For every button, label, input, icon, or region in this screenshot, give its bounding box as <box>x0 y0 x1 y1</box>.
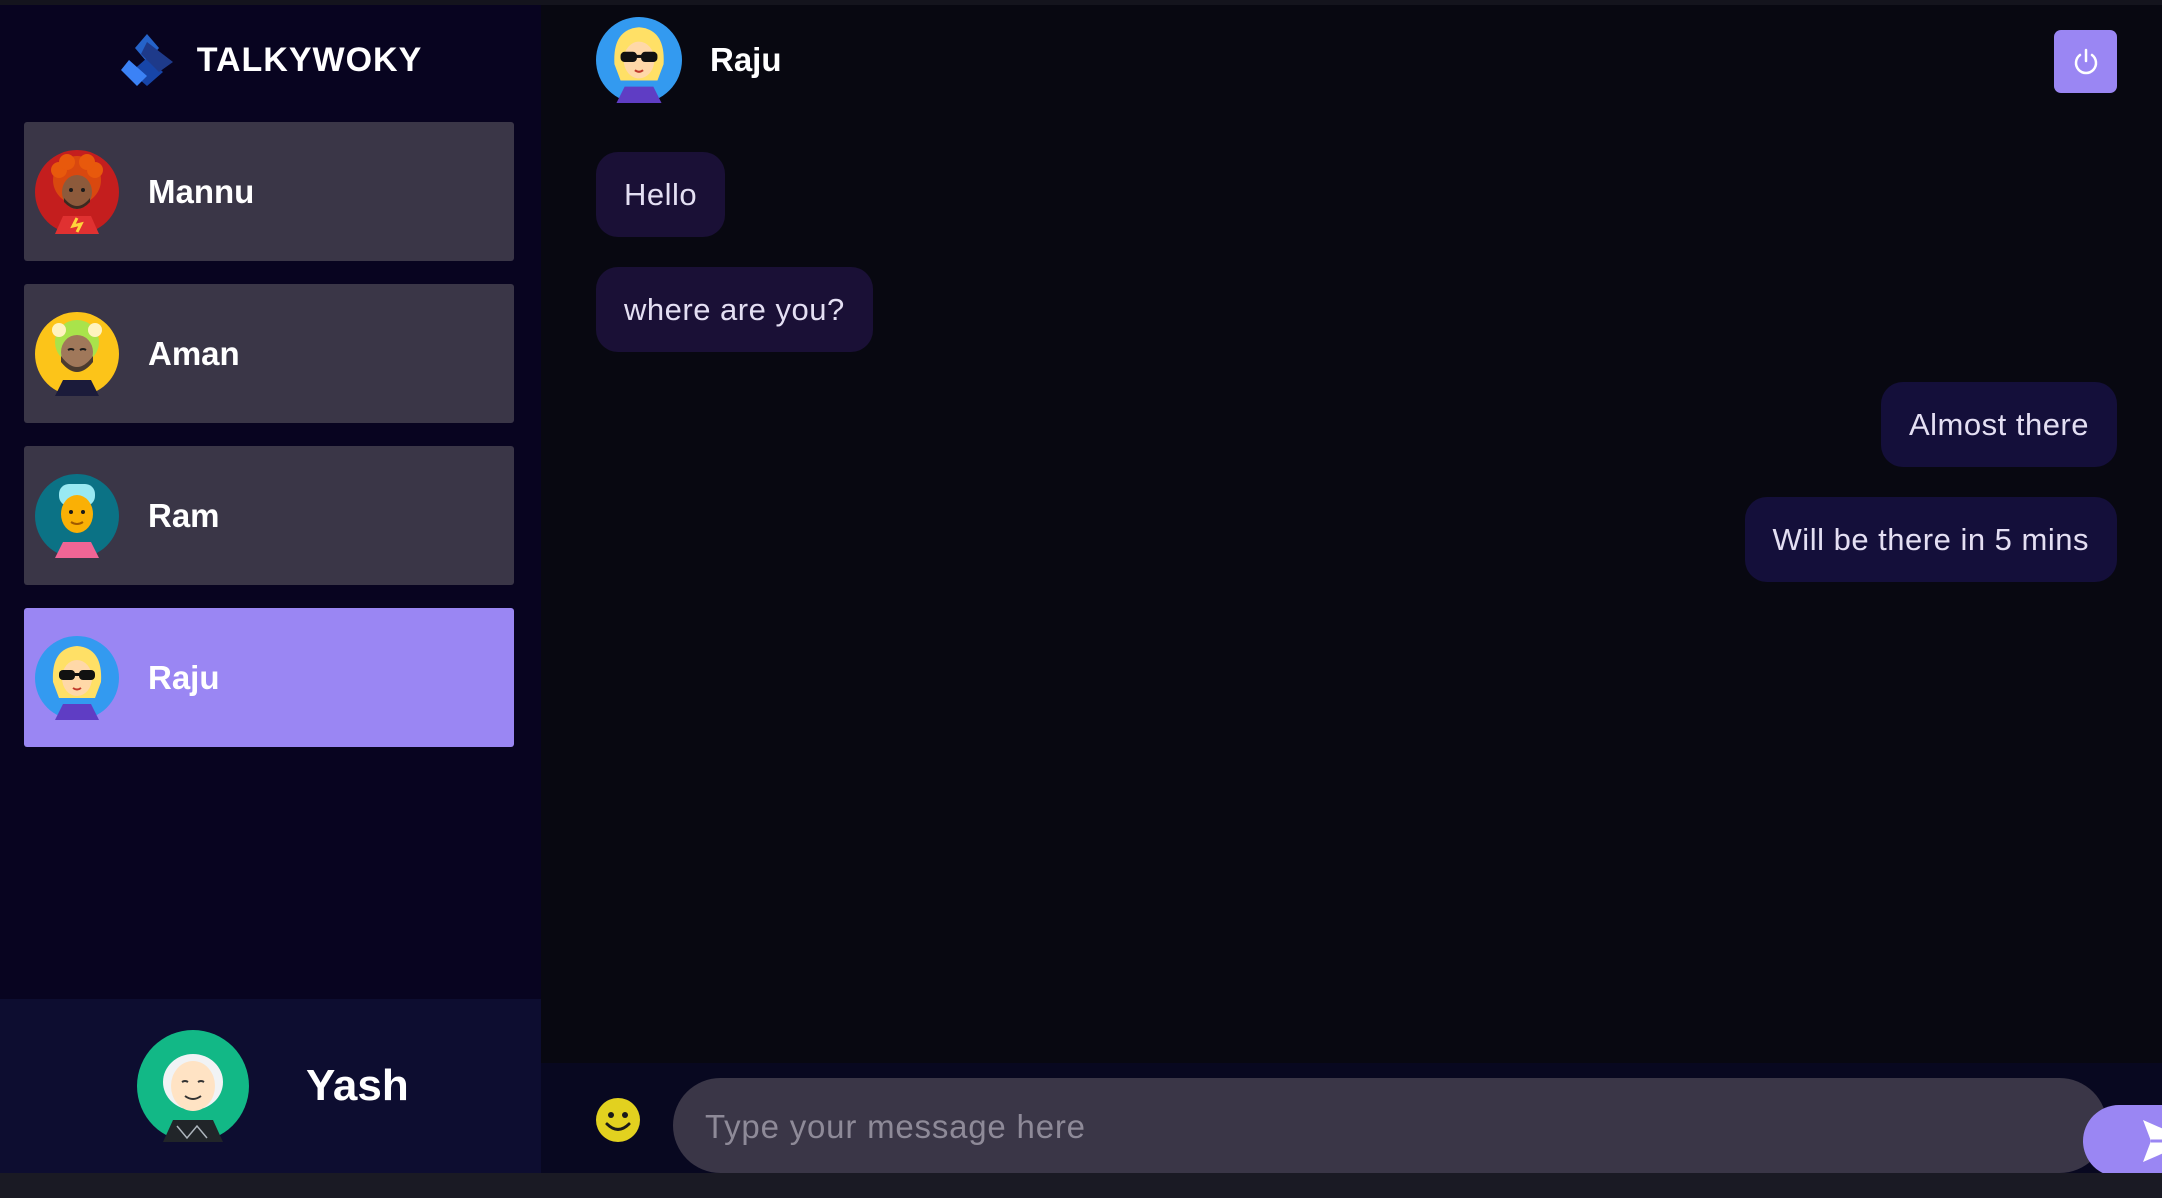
diamond-logo-icon <box>120 34 173 86</box>
brand-name: TALKYWOKY <box>196 40 423 79</box>
message-composer <box>541 1063 2162 1177</box>
message-input-wrapper <box>673 1078 2162 1177</box>
avatar-blonde-sunglasses <box>35 635 119 720</box>
contact-list: Mannu Aman Ram Raju <box>24 122 514 770</box>
power-icon <box>2074 48 2097 74</box>
brand: TALKYWOKY <box>0 5 541 115</box>
message-bubble: Will be there in 5 mins <box>1744 497 2117 582</box>
smiley-icon <box>596 1098 640 1142</box>
message-received: Hello <box>596 152 2117 237</box>
contact-name: Ram <box>148 496 220 534</box>
contact-item-ram[interactable]: Ram <box>24 446 514 585</box>
contact-name: Mannu <box>148 172 255 210</box>
current-user-name: Yash <box>306 1061 409 1110</box>
emoji-button[interactable] <box>595 1097 641 1143</box>
window-bottom-strip <box>0 1173 2162 1198</box>
avatar-teal-elder <box>137 1030 249 1142</box>
message-sent: Almost there <box>596 382 2117 467</box>
message-received: where are you? <box>596 267 2117 352</box>
contact-item-mannu[interactable]: Mannu <box>24 122 514 261</box>
contact-item-aman[interactable]: Aman <box>24 284 514 423</box>
contact-name: Raju <box>148 658 220 696</box>
contact-name: Aman <box>148 334 240 372</box>
message-sent: Will be there in 5 mins <box>596 497 2117 582</box>
current-user-panel: Yash <box>0 999 541 1173</box>
sidebar: TALKYWOKY Mannu Aman Ram Raju Yash <box>0 5 541 1173</box>
message-bubble: where are you? <box>596 267 873 352</box>
chat-contact-name: Raju <box>710 41 782 78</box>
send-button[interactable] <box>2083 1105 2162 1177</box>
message-list: Hello where are you? Almost there Will b… <box>596 152 2117 612</box>
avatar-yellow-bearded <box>35 311 119 396</box>
chat-header: Raju <box>541 5 2162 120</box>
message-bubble: Hello <box>596 152 726 237</box>
chat-panel: Raju Hello where are you? Almost there W… <box>541 5 2162 1177</box>
avatar-blonde-sunglasses <box>596 17 682 103</box>
logout-button[interactable] <box>2054 30 2117 93</box>
contact-item-raju[interactable]: Raju <box>24 608 514 747</box>
avatar-teal-bald <box>35 473 119 558</box>
avatar-red-curly-hair <box>35 149 119 234</box>
message-bubble: Almost there <box>1880 382 2117 467</box>
message-input[interactable] <box>703 1078 1937 1175</box>
send-arrow-icon <box>2143 1120 2162 1162</box>
